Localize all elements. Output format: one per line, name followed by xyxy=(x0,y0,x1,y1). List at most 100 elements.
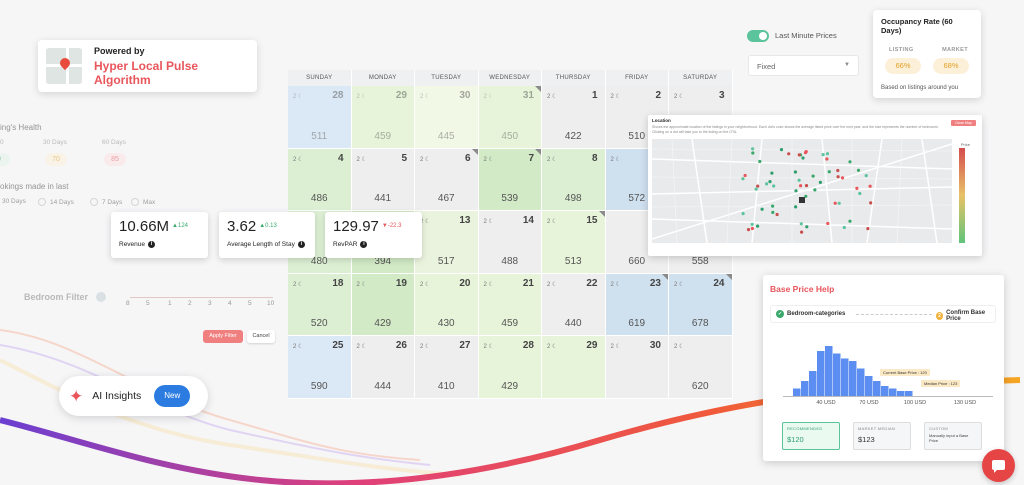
cancel-filter-button[interactable]: Cancel xyxy=(247,330,275,343)
listing-dot[interactable] xyxy=(866,227,870,231)
listing-dot[interactable] xyxy=(869,201,873,205)
radio-7-days[interactable]: 7 Days xyxy=(90,198,122,206)
listing-dot[interactable] xyxy=(772,184,776,188)
bedroom-filter-slider[interactable] xyxy=(130,297,273,298)
close-map-button[interactable]: Close Map xyxy=(951,120,976,126)
calendar-day-cell[interactable]: 2 ☾ 620 xyxy=(669,336,733,399)
calendar-day-cell[interactable]: 2 ☾ 22 440 xyxy=(542,273,606,336)
listing-dot[interactable] xyxy=(848,160,852,164)
listing-dot[interactable] xyxy=(868,184,872,188)
listing-dot[interactable] xyxy=(797,178,801,182)
calendar-day-cell[interactable]: 2 ☾ 19 429 xyxy=(351,273,415,336)
listing-dot[interactable] xyxy=(805,225,809,229)
calendar-day-cell[interactable]: 2 ☾ 13 517 xyxy=(415,211,479,274)
listing-dot[interactable] xyxy=(741,212,745,216)
calendar-day-cell[interactable]: 2 ☾ 27 410 xyxy=(415,336,479,399)
info-icon[interactable]: i xyxy=(360,241,368,248)
calendar-day-cell[interactable]: 2 ☾ 24 678 xyxy=(669,273,733,336)
info-icon[interactable]: i xyxy=(297,241,305,248)
calendar-day-cell[interactable]: 2 ☾ 14 488 xyxy=(478,211,542,274)
calendar-day-cell[interactable]: 2 ☾ 15 513 xyxy=(542,211,606,274)
step-bedroom-categories[interactable]: ✓ Bedroom-categories xyxy=(776,310,845,318)
listing-dot[interactable] xyxy=(813,188,817,192)
listing-dot[interactable] xyxy=(754,187,758,191)
listing-dot[interactable] xyxy=(803,151,808,155)
listing-dot[interactable] xyxy=(804,184,809,188)
calendar-day-cell[interactable]: 2 ☾ 7 539 xyxy=(478,148,542,211)
listing-dot[interactable] xyxy=(750,222,754,226)
listing-dot[interactable] xyxy=(768,180,772,184)
listing-dot[interactable] xyxy=(856,168,861,172)
listing-dot[interactable] xyxy=(864,174,868,178)
listing-dot[interactable] xyxy=(842,225,846,230)
calendar-day-cell[interactable]: 2 ☾ 31 450 xyxy=(478,86,542,149)
calendar-day-cell[interactable]: 2 ☾ 5 441 xyxy=(351,148,415,211)
info-icon[interactable]: i xyxy=(148,241,156,248)
listing-dot[interactable] xyxy=(800,230,804,234)
calendar-day-cell[interactable]: 2 ☾ 4 486 xyxy=(288,148,352,211)
calendar-day-cell[interactable]: 2 ☾ 23 619 xyxy=(605,273,669,336)
listing-dot[interactable] xyxy=(794,205,798,209)
listing-dot[interactable] xyxy=(750,226,754,231)
listing-dot[interactable] xyxy=(775,212,779,217)
listing-dot[interactable] xyxy=(811,174,815,178)
calendar-day-cell[interactable]: 2 ☾ 29 459 xyxy=(351,86,415,149)
listing-dot[interactable] xyxy=(758,159,762,164)
recommended-option[interactable]: RECOMMENDED $120 xyxy=(782,422,840,450)
radio-14-days[interactable]: 14 Days xyxy=(38,198,74,206)
ai-insights-pill[interactable]: ✦ AI Insights New xyxy=(59,376,208,416)
listing-dot[interactable] xyxy=(804,194,808,198)
calendar-day-cell[interactable]: 2 ☾ 6 467 xyxy=(415,148,479,211)
listing-dot[interactable] xyxy=(787,152,791,156)
calendar-day-cell[interactable]: 2 ☾ 25 590 xyxy=(288,336,352,399)
listing-dot[interactable] xyxy=(836,168,840,173)
pricing-mode-select[interactable]: Fixed ▼ xyxy=(748,55,859,76)
calendar-day-cell[interactable]: 2 ☾ 28 511 xyxy=(288,86,352,149)
last-minute-prices-toggle[interactable] xyxy=(747,30,769,42)
listing-dot[interactable] xyxy=(827,170,831,174)
calendar-day-cell[interactable]: 2 ☾ 30 xyxy=(605,336,669,399)
calendar-day-cell[interactable]: 2 ☾ 8 498 xyxy=(542,148,606,211)
listing-dot[interactable] xyxy=(751,151,755,155)
listing-dot[interactable] xyxy=(756,184,760,188)
listing-dot[interactable] xyxy=(746,228,751,232)
listing-dot[interactable] xyxy=(771,210,775,214)
listing-dot[interactable] xyxy=(751,147,755,151)
calendar-day-cell[interactable]: 2 ☾ 30 445 xyxy=(415,86,479,149)
step-confirm-base-price[interactable]: 2 Confirm Base Price xyxy=(936,310,995,322)
listing-dot[interactable] xyxy=(833,201,837,205)
listing-dot[interactable] xyxy=(760,207,764,211)
listing-dot[interactable] xyxy=(756,224,760,228)
listing-dot[interactable] xyxy=(821,153,825,157)
listing-dot[interactable] xyxy=(848,219,852,223)
apply-filter-button[interactable]: Apply Filter xyxy=(203,330,243,343)
listing-dot[interactable] xyxy=(743,173,747,178)
listing-dot[interactable] xyxy=(837,201,841,205)
calendar-day-cell[interactable]: 2 ☾ 28 429 xyxy=(478,336,542,399)
calendar-day-cell[interactable]: 2 ☾ 26 444 xyxy=(351,336,415,399)
listing-dot[interactable] xyxy=(794,189,798,193)
listing-dot[interactable] xyxy=(793,170,797,174)
radio-30-days[interactable]: 30 Days xyxy=(2,198,26,205)
listing-dot[interactable] xyxy=(765,182,769,186)
chat-button[interactable] xyxy=(982,449,1015,482)
calendar-day-cell[interactable]: 2 ☾ 21 459 xyxy=(478,273,542,336)
listing-dot[interactable] xyxy=(770,171,774,175)
market-median-option[interactable]: MARKET MEDIAN $123 xyxy=(853,422,911,450)
listing-dot[interactable] xyxy=(818,180,822,184)
listing-dot[interactable] xyxy=(855,186,859,190)
listing-dot[interactable] xyxy=(799,222,803,226)
listing-dot[interactable] xyxy=(826,221,830,226)
listing-dot[interactable] xyxy=(801,156,805,160)
listing-dot[interactable] xyxy=(825,157,829,161)
location-map[interactable] xyxy=(652,139,952,243)
radio-max[interactable]: Max xyxy=(131,198,155,206)
custom-price-option[interactable]: CUSTOM Manually input a Base Price xyxy=(924,422,982,450)
listing-dot[interactable] xyxy=(836,175,840,179)
listing-dot[interactable] xyxy=(779,148,784,152)
calendar-day-cell[interactable]: 2 ☾ 29 xyxy=(542,336,606,399)
listing-dot[interactable] xyxy=(840,176,845,180)
listing-dot[interactable] xyxy=(741,177,745,181)
new-button[interactable]: New xyxy=(154,385,191,407)
listing-dot[interactable] xyxy=(799,184,803,188)
